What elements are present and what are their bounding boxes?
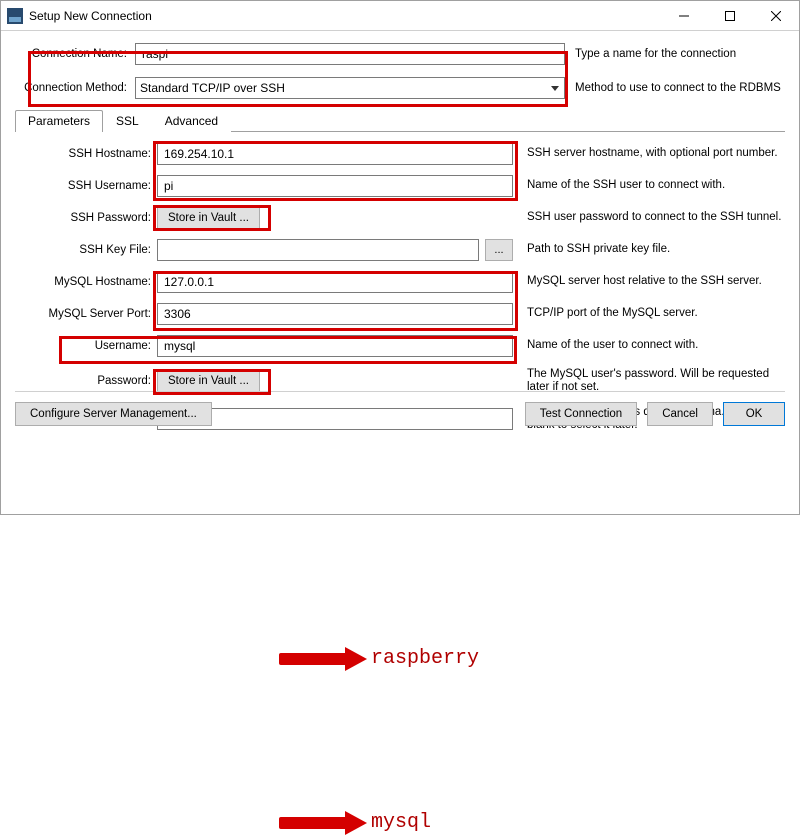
mysql-hostname-input[interactable]	[157, 271, 513, 293]
row-mysql-hostname: MySQL Hostname: MySQL server host relati…	[35, 270, 785, 294]
row-mysql-port: MySQL Server Port: TCP/IP port of the My…	[35, 302, 785, 326]
configure-server-management-button[interactable]: Configure Server Management...	[15, 402, 212, 426]
mysql-hostname-label: MySQL Hostname:	[35, 276, 157, 288]
row-connection-name: Connection Name: Type a name for the con…	[15, 41, 785, 67]
ssh-keyfile-label: SSH Key File:	[35, 244, 157, 256]
minimize-button[interactable]	[661, 1, 707, 31]
test-connection-button[interactable]: Test Connection	[525, 402, 637, 426]
tab-parameters[interactable]: Parameters	[15, 110, 103, 132]
connection-name-label: Connection Name:	[15, 48, 135, 60]
row-ssh-hostname: SSH Hostname: SSH server hostname, with …	[35, 142, 785, 166]
username-input[interactable]	[157, 335, 513, 357]
connection-name-desc: Type a name for the connection	[565, 48, 736, 60]
username-label: Username:	[35, 340, 157, 352]
ssh-username-input[interactable]	[157, 175, 513, 197]
row-ssh-username: SSH Username: Name of the SSH user to co…	[35, 174, 785, 198]
tabs: Parameters SSL Advanced SSH Hostname: SS…	[15, 109, 785, 434]
tab-ssl[interactable]: SSL	[103, 110, 152, 132]
maximize-button[interactable]	[707, 1, 753, 31]
ssh-password-label: SSH Password:	[35, 212, 157, 224]
title-bar: Setup New Connection	[1, 1, 799, 31]
ssh-username-desc: Name of the SSH user to connect with.	[513, 179, 785, 193]
ssh-hostname-input[interactable]	[157, 143, 513, 165]
mysql-port-input[interactable]	[157, 303, 513, 325]
close-button[interactable]	[753, 1, 799, 31]
row-username: Username: Name of the user to connect wi…	[35, 334, 785, 358]
annotation-mysql-password-text: mysql	[371, 811, 431, 834]
ssh-hostname-desc: SSH server hostname, with optional port …	[513, 147, 785, 161]
ssh-keyfile-browse-button[interactable]: ...	[485, 239, 513, 261]
connection-method-label: Connection Method:	[15, 82, 135, 94]
ssh-keyfile-desc: Path to SSH private key file.	[513, 243, 785, 257]
row-ssh-keyfile: SSH Key File: ... Path to SSH private ke…	[35, 238, 785, 262]
window: Setup New Connection Connection Name: Ty…	[0, 0, 800, 515]
mysql-hostname-desc: MySQL server host relative to the SSH se…	[513, 275, 785, 289]
window-title: Setup New Connection	[29, 9, 661, 23]
client-area: Connection Name: Type a name for the con…	[1, 31, 799, 434]
ssh-keyfile-input[interactable]	[157, 239, 479, 261]
row-connection-method: Connection Method: Standard TCP/IP over …	[15, 75, 785, 101]
ssh-hostname-label: SSH Hostname:	[35, 148, 157, 160]
password-label: Password:	[35, 375, 157, 387]
window-controls	[661, 1, 799, 31]
app-icon	[7, 8, 23, 24]
footer: Configure Server Management... Test Conn…	[15, 391, 785, 426]
ok-button[interactable]: OK	[723, 402, 785, 426]
annotation-ssh-password-text: raspberry	[371, 647, 479, 670]
connection-name-input[interactable]	[135, 43, 565, 65]
connection-method-select[interactable]: Standard TCP/IP over SSH	[135, 77, 565, 99]
password-vault-button[interactable]: Store in Vault ...	[157, 370, 260, 392]
connection-method-desc: Method to use to connect to the RDBMS	[565, 82, 781, 94]
username-desc: Name of the user to connect with.	[513, 339, 785, 353]
tab-body-parameters: SSH Hostname: SSH server hostname, with …	[15, 132, 785, 434]
ssh-username-label: SSH Username:	[35, 180, 157, 192]
ssh-password-vault-button[interactable]: Store in Vault ...	[157, 207, 260, 229]
tab-advanced[interactable]: Advanced	[152, 110, 231, 132]
mysql-port-label: MySQL Server Port:	[35, 308, 157, 320]
ssh-password-desc: SSH user password to connect to the SSH …	[513, 211, 785, 225]
mysql-port-desc: TCP/IP port of the MySQL server.	[513, 307, 785, 321]
tab-bar: Parameters SSL Advanced	[15, 109, 785, 132]
row-ssh-password: SSH Password: Store in Vault ... SSH use…	[35, 206, 785, 230]
cancel-button[interactable]: Cancel	[647, 402, 713, 426]
